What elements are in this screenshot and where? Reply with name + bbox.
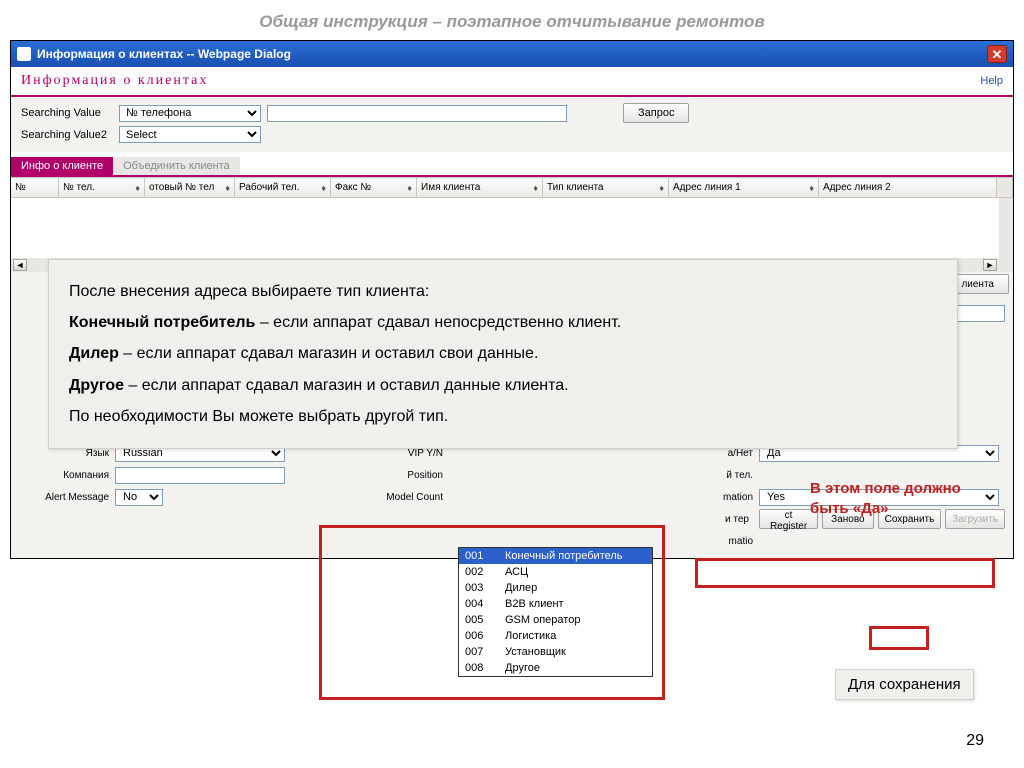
- sort-icon[interactable]: ♦: [533, 183, 538, 193]
- label-iter: и тер: [679, 514, 755, 525]
- label-model-count: Model Count: [339, 492, 449, 503]
- highlight-save-button: [869, 626, 929, 650]
- company-input[interactable]: [115, 467, 285, 484]
- page-subtitle: Информация о клиентах: [21, 73, 208, 89]
- label-vip: VIP Y/N: [339, 448, 449, 459]
- col-work-tel[interactable]: Рабочий тел.: [239, 182, 299, 193]
- query-button[interactable]: Запрос: [623, 103, 689, 123]
- sort-icon[interactable]: ♦: [225, 183, 230, 193]
- search-select-2[interactable]: Select: [119, 126, 261, 143]
- alert-select[interactable]: No: [115, 489, 163, 506]
- label-position: Position: [339, 470, 449, 481]
- col-client-type[interactable]: Тип клиента: [547, 182, 603, 193]
- dropdown-item[interactable]: 006Логистика: [459, 628, 652, 644]
- search-input-1[interactable]: [267, 105, 567, 122]
- col-client-name[interactable]: Имя клиента: [421, 182, 480, 193]
- page-number: 29: [966, 732, 984, 750]
- label-alert: Alert Message: [19, 492, 115, 503]
- dropdown-item[interactable]: 008Другое: [459, 660, 652, 676]
- annotation-field: В этом поле должно быть «Да»: [810, 479, 1000, 518]
- help-link[interactable]: Help: [980, 75, 1003, 87]
- sort-icon[interactable]: ♦: [407, 183, 412, 193]
- subtitle-bar: Информация о клиентах Help: [11, 67, 1013, 97]
- grid-header: № № тел. ♦ отовый № тел ♦ Рабочий тел. ♦ Фа…: [11, 177, 1013, 198]
- dropdown-item[interactable]: 004B2B клиент: [459, 596, 652, 612]
- window-title: Информация о клиентах -- Webpage Dialog: [37, 47, 291, 61]
- col-tel[interactable]: № тел.: [63, 182, 95, 193]
- col-num[interactable]: №: [15, 182, 26, 193]
- client-type-dropdown[interactable]: 001Конечный потребитель002АСЦ003Дилер004…: [458, 547, 653, 677]
- ie-icon: [17, 47, 31, 61]
- search-label-1: Searching Value: [21, 107, 113, 119]
- sort-icon[interactable]: ♦: [659, 183, 664, 193]
- instruction-overlay: После внесения адреса выбираете тип клие…: [48, 259, 958, 449]
- sort-icon[interactable]: ♦: [135, 183, 140, 193]
- scroll-right-icon[interactable]: ►: [983, 259, 997, 271]
- sort-icon[interactable]: ♦: [809, 183, 814, 193]
- annotation-save: Для сохранения: [835, 669, 974, 700]
- col-fax[interactable]: Факс №: [335, 182, 371, 193]
- label-itel: й тел.: [679, 470, 759, 481]
- label-mation: mation: [679, 492, 759, 503]
- label-lang: Язык: [19, 448, 115, 459]
- search-select-1[interactable]: № телефона: [119, 105, 261, 122]
- label-company: Компания: [19, 470, 115, 481]
- tabs: Инфо о клиенте Объединить клиента: [11, 152, 1013, 177]
- dropdown-item[interactable]: 003Дилер: [459, 580, 652, 596]
- scroll-left-icon[interactable]: ◄: [13, 259, 27, 271]
- label-matio: matio: [679, 536, 759, 547]
- label-yes-no: а/Нет: [679, 448, 759, 459]
- col-addr1[interactable]: Адрес линия 1: [673, 182, 741, 193]
- slide-title: Общая инструкция – поэтапное отчитывание…: [0, 0, 1024, 38]
- dropdown-item[interactable]: 005GSM оператор: [459, 612, 652, 628]
- search-label-2: Searching Value2: [21, 129, 113, 141]
- col-cell-tel[interactable]: отовый № тел: [149, 182, 214, 193]
- sort-icon[interactable]: ♦: [321, 183, 326, 193]
- titlebar: Информация о клиентах -- Webpage Dialog …: [11, 41, 1013, 67]
- close-button[interactable]: ✕: [987, 45, 1007, 63]
- dropdown-item[interactable]: 001Конечный потребитель: [459, 548, 652, 564]
- highlight-yes-field: [695, 558, 995, 588]
- tab-client-info[interactable]: Инфо о клиенте: [11, 157, 113, 175]
- col-addr2[interactable]: Адрес линия 2: [823, 182, 891, 193]
- dropdown-item[interactable]: 007Установщик: [459, 644, 652, 660]
- dropdown-item[interactable]: 002АСЦ: [459, 564, 652, 580]
- search-area: Searching Value № телефона Запрос Search…: [11, 97, 1013, 152]
- vscrollbar[interactable]: [999, 198, 1013, 272]
- tab-merge-client[interactable]: Объединить клиента: [113, 157, 240, 175]
